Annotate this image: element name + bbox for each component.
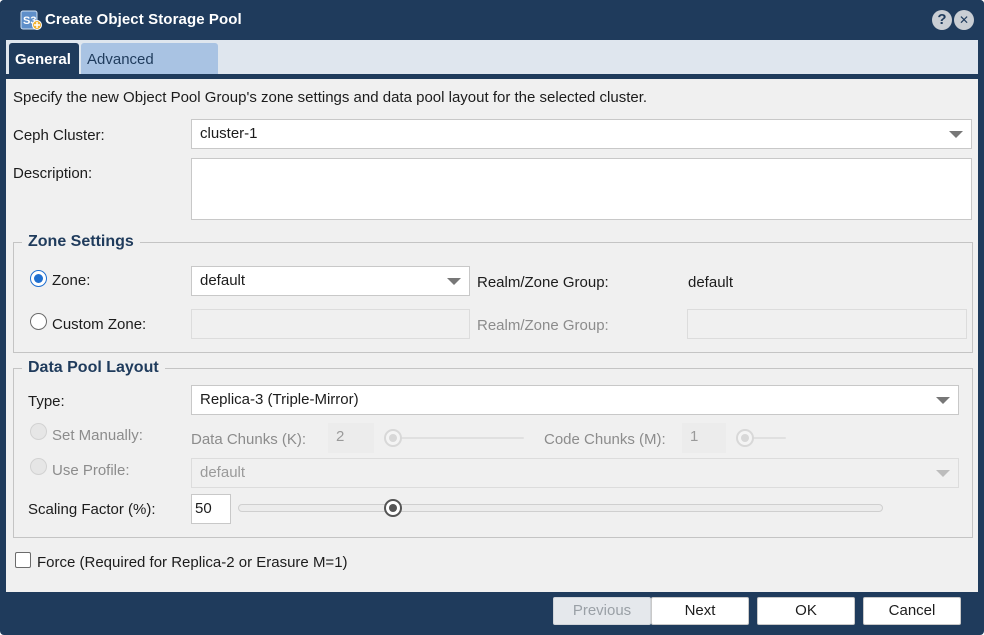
use-profile-select[interactable]: default <box>191 458 959 488</box>
cancel-button[interactable]: Cancel <box>863 597 961 625</box>
use-profile-radio[interactable] <box>30 458 47 475</box>
chevron-down-icon[interactable] <box>949 131 963 138</box>
description-label: Description: <box>13 165 93 182</box>
ceph-cluster-label: Ceph Cluster: <box>13 127 105 144</box>
data-pool-layout-legend: Data Pool Layout <box>22 359 165 377</box>
next-button[interactable]: Next <box>651 597 749 625</box>
scaling-factor-input[interactable]: 50 <box>191 494 231 524</box>
help-icon[interactable]: ? <box>932 10 952 30</box>
storage-pool-icon: S3 <box>20 10 42 30</box>
force-checkbox[interactable] <box>15 552 31 568</box>
data-chunks-input[interactable]: 2 <box>328 423 374 453</box>
tab-strip: General Advanced Settings <box>6 40 978 101</box>
intro-text: Specify the new Object Pool Group's zone… <box>13 89 648 106</box>
use-profile-label: Use Profile: <box>52 462 130 479</box>
code-chunks-input[interactable]: 1 <box>682 423 726 453</box>
ok-button[interactable]: OK <box>757 597 855 625</box>
dialog-body: Specify the new Object Pool Group's zone… <box>6 79 978 592</box>
custom-realm-zone-group-label: Realm/Zone Group: <box>477 317 609 334</box>
description-textarea[interactable] <box>191 158 972 220</box>
tab-general[interactable]: General <box>9 43 79 74</box>
dialog-title: Create Object Storage Pool <box>45 11 242 28</box>
type-label: Type: <box>28 393 65 410</box>
close-icon[interactable]: ✕ <box>954 10 974 30</box>
ceph-cluster-value: cluster-1 <box>200 125 258 142</box>
code-chunks-label: Code Chunks (M): <box>544 431 666 448</box>
title-bar[interactable]: S3 Create Object Storage Pool ? ✕ <box>0 0 984 40</box>
tab-advanced-settings[interactable]: Advanced Settings <box>81 43 218 101</box>
realm-zone-group-label: Realm/Zone Group: <box>477 274 609 291</box>
chevron-down-icon[interactable] <box>936 470 950 477</box>
data-chunks-slider-thumb[interactable] <box>384 429 402 447</box>
zone-select[interactable]: default <box>191 266 470 296</box>
code-chunks-slider-thumb[interactable] <box>736 429 754 447</box>
previous-button[interactable]: Previous <box>553 597 651 625</box>
type-select[interactable]: Replica-3 (Triple-Mirror) <box>191 385 959 415</box>
custom-zone-input[interactable] <box>191 309 470 339</box>
custom-zone-radio[interactable] <box>30 313 47 330</box>
chevron-down-icon[interactable] <box>447 278 461 285</box>
use-profile-value: default <box>200 464 246 481</box>
dialog-window: S3 Create Object Storage Pool ? ✕ Genera… <box>0 0 984 635</box>
force-label: Force (Required for Replica-2 or Erasure… <box>37 554 348 571</box>
custom-zone-label: Custom Zone: <box>52 316 147 333</box>
ceph-cluster-select[interactable]: cluster-1 <box>191 119 972 149</box>
zone-radio[interactable] <box>30 270 47 287</box>
chevron-down-icon[interactable] <box>936 397 950 404</box>
dialog-footer: Previous Next OK Cancel <box>6 592 978 635</box>
scaling-factor-label: Scaling Factor (%): <box>28 501 156 518</box>
zone-value: default <box>200 272 246 289</box>
zone-settings-legend: Zone Settings <box>22 233 140 251</box>
zone-label: Zone: <box>52 272 91 289</box>
scaling-factor-slider-track[interactable] <box>238 504 883 512</box>
realm-zone-group-value: default <box>688 274 734 291</box>
data-chunks-slider-track[interactable] <box>394 437 524 439</box>
set-manually-radio[interactable] <box>30 423 47 440</box>
data-chunks-label: Data Chunks (K): <box>191 431 307 448</box>
custom-realm-zone-group-input[interactable] <box>687 309 967 339</box>
type-value: Replica-3 (Triple-Mirror) <box>200 391 359 408</box>
set-manually-label: Set Manually: <box>52 427 143 444</box>
scaling-factor-slider-thumb[interactable] <box>384 499 402 517</box>
